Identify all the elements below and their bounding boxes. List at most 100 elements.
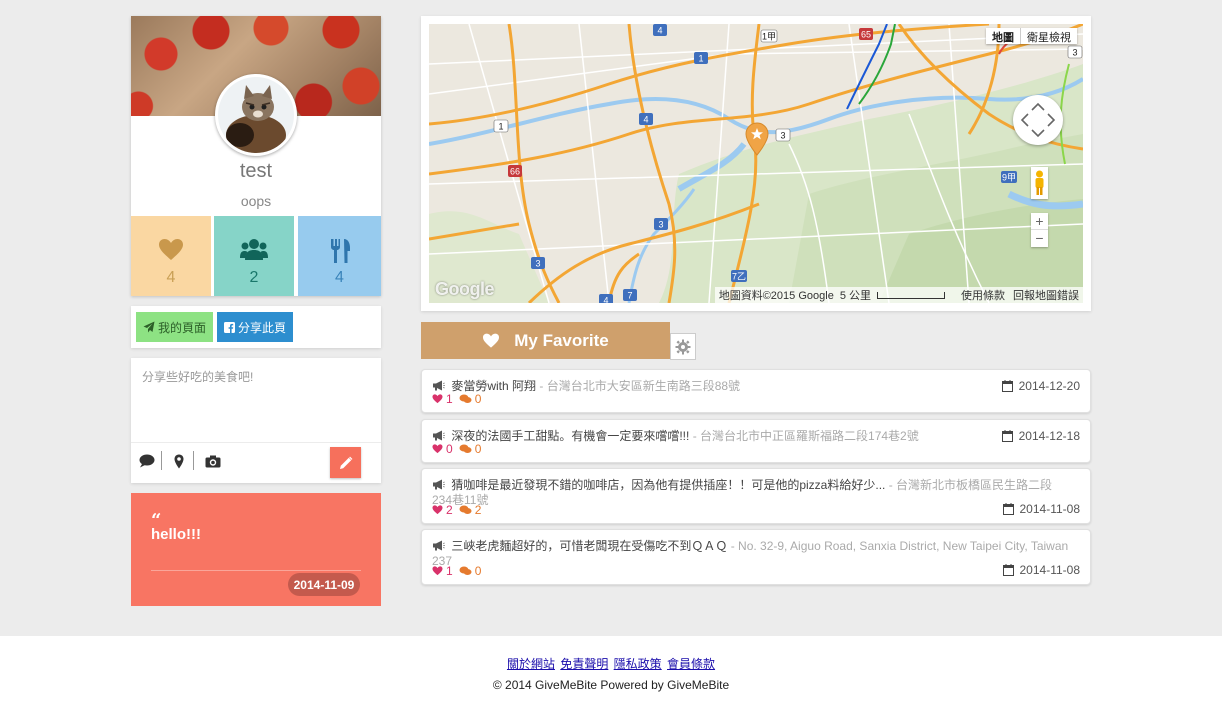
favorite-item[interactable]: 麥當勞with 阿翔 - 台灣台北市大安區新生南路三段88號 2014-12-2…	[421, 369, 1091, 413]
map-view[interactable]: 4 1 1甲 65 3 1 4 3 66 3 3 7乙 4 7 9甲 地圖 衛星	[429, 24, 1083, 303]
favorite-item[interactable]: 猜咖啡是最近發現不錯的咖啡店，因為他有提供插座！！可是他的pizza料給好少..…	[421, 468, 1091, 524]
megaphone-icon	[432, 540, 448, 554]
latest-quote-card: “ hello!!! 2014-11-09	[131, 493, 381, 606]
svg-text:4: 4	[657, 26, 662, 36]
profile-card: test oops 4 2 4	[131, 16, 381, 296]
favorite-item-text: 麥當勞with 阿翔 - 台灣台北市大安區新生南路三段88號	[432, 379, 1082, 394]
comments-icon[interactable]	[459, 394, 472, 404]
favorite-item-text: 猜咖啡是最近發現不錯的咖啡店，因為他有提供插座！！可是他的pizza料給好少..…	[432, 478, 1072, 507]
favorite-item[interactable]: 三峽老虎麵超好的，可惜老闆現在受傷吃不到ＱＡＱ - No. 32-9, Aigu…	[421, 529, 1091, 585]
favorite-title[interactable]: 三峽老虎麵超好的，可惜老闆現在受傷吃不到ＱＡＱ	[451, 539, 727, 553]
heart-icon[interactable]	[432, 566, 443, 576]
favorite-address: - 台灣台北市大安區新生南路三段88號	[536, 379, 741, 393]
gear-icon	[675, 339, 691, 354]
page-actions-bar: 我的頁面 分享此頁	[131, 306, 381, 348]
heart-icon[interactable]	[432, 505, 443, 515]
favorite-like-count: 2	[446, 503, 453, 517]
post-toolbar	[131, 442, 381, 483]
map-scale-label: 5 公里	[839, 290, 871, 302]
favorite-item[interactable]: 深夜的法國手工甜點。有機會一定要來嚐嚐!!! - 台灣台北市中正區羅斯福路二段1…	[421, 419, 1091, 463]
favorite-date: 2014-11-08	[1002, 563, 1080, 577]
my-favorite-tab[interactable]: My Favorite	[421, 322, 670, 359]
calendar-icon	[1001, 380, 1013, 392]
map-type-map-button[interactable]: 地圖	[986, 28, 1021, 44]
street-view-pegman-icon[interactable]	[1031, 167, 1048, 199]
cutlery-icon	[298, 238, 381, 264]
favorite-title[interactable]: 麥當勞with 阿翔	[451, 379, 536, 393]
favorite-date-text: 2014-12-18	[1018, 429, 1080, 443]
svg-text:3: 3	[535, 259, 540, 269]
svg-text:3: 3	[1072, 48, 1077, 58]
favorite-stats: 1 0	[432, 564, 481, 578]
calendar-icon	[1002, 564, 1014, 576]
location-pin-icon[interactable]	[169, 452, 189, 470]
facebook-icon	[223, 321, 235, 333]
favorite-stats: 1 0	[432, 392, 481, 406]
comments-icon[interactable]	[459, 444, 472, 454]
calendar-icon	[1001, 430, 1013, 442]
favorite-comment-count: 2	[474, 503, 482, 517]
favorite-stats: 2 2	[432, 503, 481, 517]
map-scale-bar	[877, 291, 945, 299]
footer: 關於網站 免責聲明 隱私政策 會員條款 © 2014 GiveMeBite Po…	[0, 636, 1222, 706]
footer-link-disclaimer[interactable]: 免責聲明	[560, 657, 608, 671]
favorite-title[interactable]: 猜咖啡是最近發現不錯的咖啡店，因為他有提供插座！！可是他的pizza料給好少..…	[451, 478, 885, 492]
post-submit-button[interactable]	[330, 447, 361, 478]
profile-tagline: oops	[240, 193, 272, 209]
footer-links: 關於網站 免責聲明 隱私政策 會員條款	[0, 655, 1222, 672]
likes-count: 4	[166, 269, 176, 286]
favorite-address: - 台灣台北市中正區羅斯福路二段174巷2號	[689, 429, 919, 443]
map-pan-control[interactable]	[1013, 95, 1063, 145]
map-data-attribution: 地圖資料©2015 Google	[718, 290, 834, 302]
likes-stat-tile[interactable]: 4	[131, 216, 211, 296]
map-report-error-link[interactable]: 回報地圖錯誤	[1013, 287, 1079, 303]
camera-icon[interactable]	[203, 452, 223, 470]
svg-text:1: 1	[698, 54, 703, 64]
favorite-settings-button[interactable]	[670, 333, 696, 360]
map-type-satellite-button[interactable]: 衛星檢視	[1021, 28, 1077, 44]
quote-date-badge: 2014-11-09	[288, 573, 360, 596]
favorite-like-count: 1	[446, 564, 453, 578]
favorite-comment-count: 0	[474, 392, 482, 406]
favorite-like-count: 0	[446, 442, 453, 456]
zoom-out-button[interactable]: −	[1031, 230, 1048, 247]
quote-text: hello!!!	[151, 526, 201, 543]
map-terms-link[interactable]: 使用條款	[961, 287, 1005, 303]
heart-icon[interactable]	[432, 444, 443, 454]
post-input[interactable]	[131, 358, 381, 442]
map-card: 4 1 1甲 65 3 1 4 3 66 3 3 7乙 4 7 9甲 地圖 衛星	[421, 16, 1091, 311]
favorite-date: 2014-12-18	[1001, 429, 1080, 443]
footer-link-privacy[interactable]: 隱私政策	[614, 657, 662, 671]
svg-text:66: 66	[510, 167, 520, 177]
foods-stat-tile[interactable]: 4	[298, 216, 381, 296]
my-page-button[interactable]: 我的頁面	[136, 312, 213, 342]
favorite-date-text: 2014-11-08	[1019, 502, 1081, 516]
svg-text:3: 3	[658, 220, 663, 230]
zoom-in-button[interactable]: +	[1031, 213, 1048, 230]
comment-icon[interactable]	[137, 452, 157, 470]
footer-link-about[interactable]: 關於網站	[507, 657, 555, 671]
svg-text:9甲: 9甲	[1002, 173, 1016, 183]
favorite-item-text: 深夜的法國手工甜點。有機會一定要來嚐嚐!!! - 台灣台北市中正區羅斯福路二段1…	[432, 429, 1082, 444]
toolbar-divider	[161, 451, 162, 470]
svg-text:7乙: 7乙	[732, 272, 746, 282]
share-page-button[interactable]: 分享此頁	[217, 312, 293, 342]
svg-text:4: 4	[603, 296, 608, 304]
friends-stat-tile[interactable]: 2	[214, 216, 294, 296]
svg-text:1甲: 1甲	[762, 32, 776, 42]
heart-icon	[483, 333, 500, 348]
paper-plane-icon	[143, 321, 155, 333]
map-pin-icon[interactable]	[745, 122, 769, 161]
favorite-date: 2014-12-20	[1001, 379, 1080, 393]
favorite-title[interactable]: 深夜的法國手工甜點。有機會一定要來嚐嚐!!!	[451, 429, 689, 443]
avatar[interactable]	[215, 74, 297, 156]
comments-icon[interactable]	[459, 505, 472, 515]
megaphone-icon	[432, 479, 448, 493]
favorite-date: 2014-11-08	[1002, 502, 1081, 516]
svg-text:3: 3	[780, 131, 785, 141]
map-type-switch: 地圖 衛星檢視	[986, 28, 1077, 44]
comments-icon[interactable]	[459, 566, 472, 576]
svg-text:7: 7	[627, 291, 632, 301]
heart-icon[interactable]	[432, 394, 443, 404]
footer-link-terms[interactable]: 會員條款	[667, 657, 715, 671]
